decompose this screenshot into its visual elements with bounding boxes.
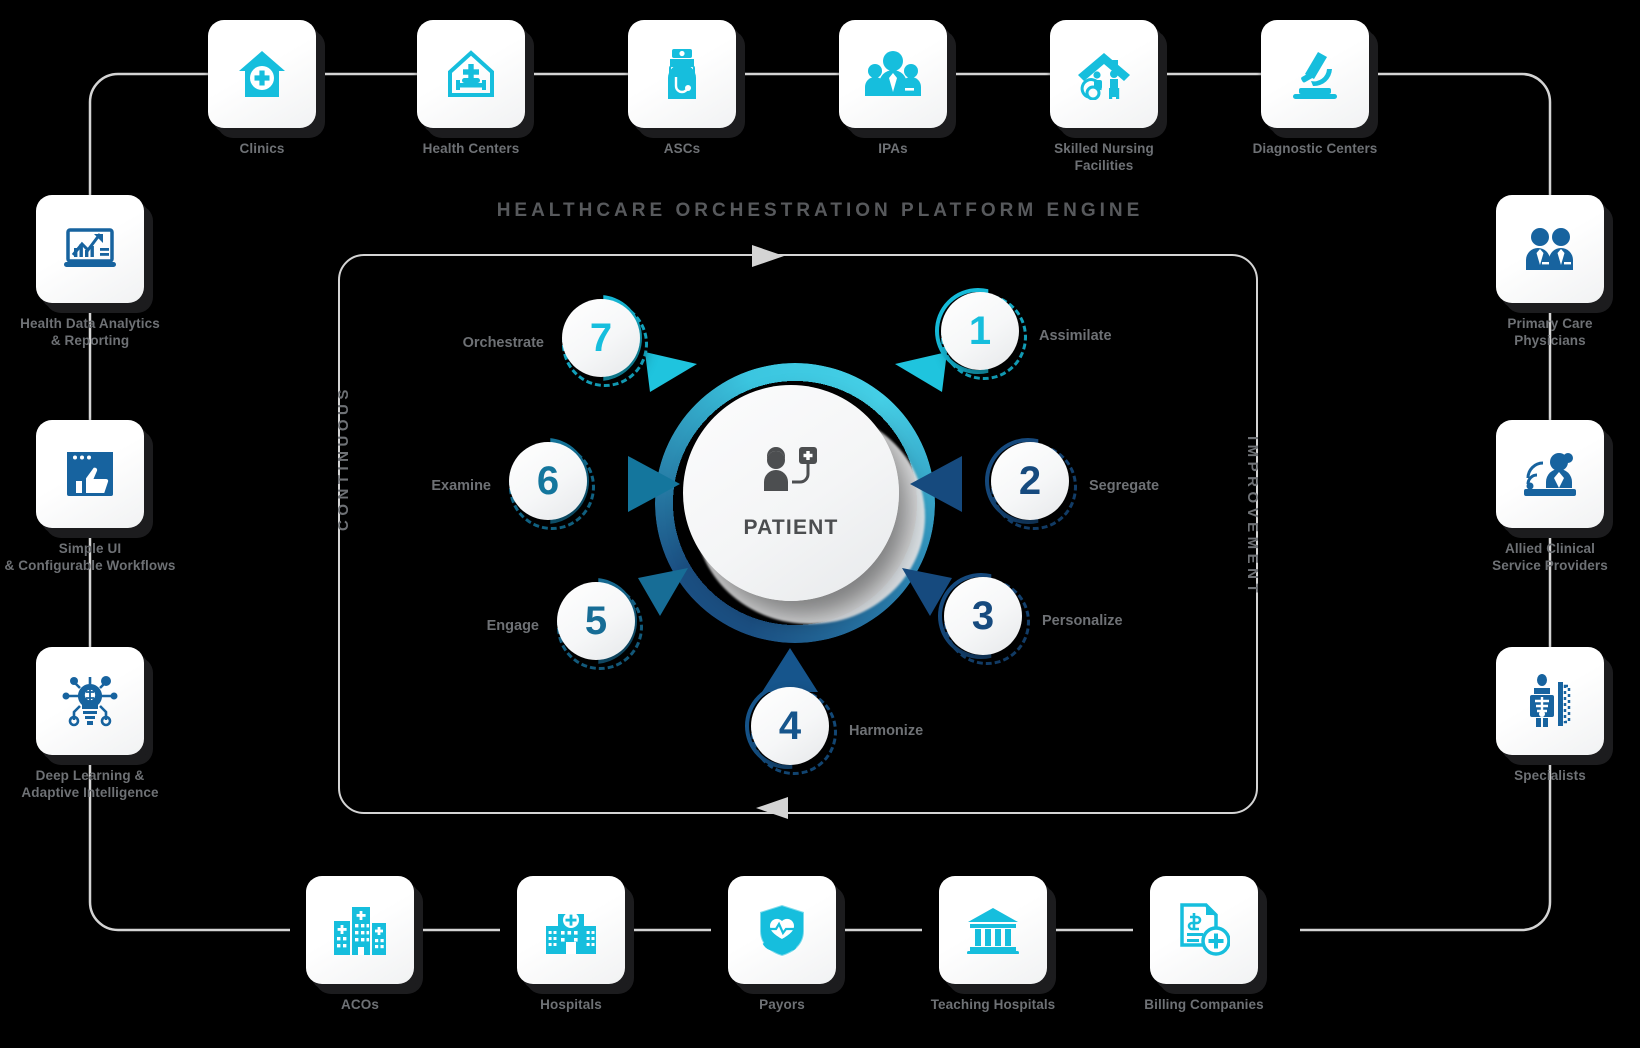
patient-center: PATIENT — [655, 363, 935, 643]
node-card[interactable] — [939, 876, 1047, 984]
surgeon-icon — [656, 47, 708, 101]
patient-core: PATIENT — [683, 385, 899, 601]
step-number: 5 — [557, 582, 635, 660]
telehealth-nurse-icon — [1522, 450, 1578, 498]
node-label: Health Centers — [422, 141, 520, 156]
node-label: Primary Care Physicians — [1507, 316, 1593, 349]
step-label-segregate: Segregate — [1089, 478, 1160, 494]
node-health-centers[interactable]: Health Centers — [417, 20, 525, 157]
node-allied-clinical-service-providers[interactable]: Allied Clinical Service Providers — [1492, 420, 1608, 575]
node-card[interactable] — [36, 195, 144, 303]
node-payors[interactable]: Payors — [728, 876, 836, 1013]
step-label-engage: Engage — [486, 618, 539, 634]
node-label: IPAs — [878, 141, 908, 156]
city-hospitals-icon — [332, 905, 388, 955]
node-label: Teaching Hospitals — [930, 997, 1056, 1012]
physician-group-icon — [864, 50, 922, 98]
node-card[interactable] — [728, 876, 836, 984]
node-label: Allied Clinical Service Providers — [1492, 541, 1608, 574]
node-card[interactable] — [628, 20, 736, 128]
node-card[interactable] — [1496, 195, 1604, 303]
step-7[interactable]: 7 Orchestrate — [463, 295, 648, 387]
node-skilled-nursing-facilities[interactable]: Skilled Nursing Facilities — [1050, 20, 1158, 175]
node-label: Specialists — [1514, 768, 1586, 783]
step-2[interactable]: 2 Segregate — [985, 438, 1159, 530]
node-label: Skilled Nursing Facilities — [1054, 141, 1154, 174]
node-acos[interactable]: ACOs — [306, 876, 414, 1013]
microscope-icon — [1289, 48, 1341, 100]
improvement-axis-label: IMPROVEMENT — [1244, 436, 1261, 598]
thumbs-up-window-icon — [65, 450, 115, 498]
university-icon — [966, 906, 1020, 954]
step-number: 2 — [991, 442, 1069, 520]
node-deep-learning[interactable]: Deep Learning & Adaptive Intelligence — [21, 647, 158, 802]
step-label-examine: Examine — [431, 478, 491, 494]
step-4[interactable]: 4 Harmonize — [745, 683, 923, 775]
step-6[interactable]: 6 Examine — [431, 438, 595, 530]
node-ascs[interactable]: ASCs — [628, 20, 736, 157]
node-card[interactable] — [36, 420, 144, 528]
invoice-plus-icon — [1178, 903, 1230, 957]
step-5[interactable]: 5 Engage — [487, 578, 643, 670]
node-label: Diagnostic Centers — [1252, 141, 1378, 156]
node-card[interactable] — [36, 647, 144, 755]
step-label-assimilate: Assimilate — [1039, 328, 1112, 344]
patient-iv-icon — [759, 446, 823, 504]
shield-heart-hand-icon — [756, 903, 808, 957]
step-label-harmonize: Harmonize — [849, 723, 924, 739]
node-label: ASCs — [663, 141, 701, 156]
node-primary-care-physicians[interactable]: Primary Care Physicians — [1496, 195, 1604, 350]
node-teaching-hospitals[interactable]: Teaching Hospitals — [931, 876, 1055, 1013]
hospital-building-icon — [544, 906, 598, 954]
node-health-data-analytics[interactable]: Health Data Analytics & Reporting — [20, 195, 160, 350]
node-hospitals[interactable]: Hospitals — [517, 876, 625, 1013]
patient-label: PATIENT — [743, 515, 839, 539]
node-card[interactable] — [1496, 420, 1604, 528]
health-center-bed-icon — [444, 47, 498, 101]
node-ipas[interactable]: IPAs — [839, 20, 947, 157]
node-card[interactable] — [1496, 647, 1604, 755]
node-label: Hospitals — [540, 997, 602, 1012]
node-label: Health Data Analytics & Reporting — [20, 316, 160, 349]
node-simple-ui-workflows[interactable]: Simple UI & Configurable Workflows — [5, 420, 175, 575]
node-label: Simple UI & Configurable Workflows — [4, 541, 176, 574]
diagram-canvas: CONTINUOUS IMPROVEMENT HEALTHCARE ORCHES… — [0, 0, 1640, 1048]
step-number: 6 — [509, 442, 587, 520]
step-number: 4 — [751, 687, 829, 765]
node-clinics[interactable]: Clinics — [208, 20, 316, 157]
nursing-home-icon — [1076, 48, 1132, 100]
ai-brain-bulb-icon — [62, 674, 118, 728]
step-1[interactable]: 1 Assimilate — [935, 288, 1112, 380]
node-card[interactable] — [208, 20, 316, 128]
engine-title: HEALTHCARE ORCHESTRATION PLATFORM ENGINE — [496, 200, 1144, 221]
analytics-chart-icon — [62, 224, 118, 274]
step-number: 3 — [944, 577, 1022, 655]
node-card[interactable] — [1150, 876, 1258, 984]
node-card[interactable] — [517, 876, 625, 984]
step-number: 1 — [941, 292, 1019, 370]
node-specialists[interactable]: Specialists — [1496, 647, 1604, 784]
step-label-personalize: Personalize — [1042, 613, 1123, 629]
node-card[interactable] — [1261, 20, 1369, 128]
node-label: Payors — [759, 997, 805, 1012]
step-number: 7 — [562, 299, 640, 377]
node-label: Deep Learning & Adaptive Intelligence — [21, 768, 159, 801]
node-card[interactable] — [306, 876, 414, 984]
continuous-axis-label: CONTINUOUS — [335, 385, 352, 531]
node-label: Billing Companies — [1144, 997, 1264, 1012]
step-3[interactable]: 3 Personalize — [938, 573, 1123, 665]
node-card[interactable] — [1050, 20, 1158, 128]
step-label-orchestrate: Orchestrate — [462, 335, 544, 351]
xray-icon — [1525, 674, 1575, 728]
node-label: Clinics — [239, 141, 285, 156]
clinic-house-cross-icon — [235, 47, 289, 101]
node-label: ACOs — [341, 997, 379, 1012]
node-card[interactable] — [417, 20, 525, 128]
node-billing-companies[interactable]: Billing Companies — [1144, 876, 1264, 1013]
node-card[interactable] — [839, 20, 947, 128]
doctors-pair-icon — [1521, 226, 1579, 272]
node-diagnostic-centers[interactable]: Diagnostic Centers — [1253, 20, 1377, 157]
